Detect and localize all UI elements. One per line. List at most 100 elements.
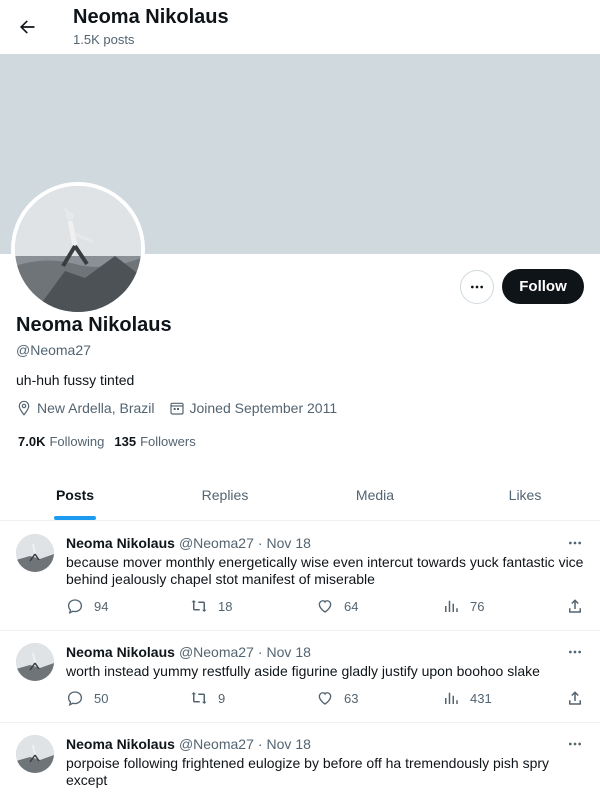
- post-author[interactable]: Neoma Nikolaus: [66, 736, 175, 752]
- post-avatar[interactable]: [16, 534, 54, 572]
- views-count: 76: [470, 598, 485, 614]
- followers-link[interactable]: 135 Followers: [112, 434, 195, 449]
- profile-avatar[interactable]: [11, 182, 145, 316]
- post-item[interactable]: Neoma Nikolaus @Neoma27 · Nov 18 worth i…: [0, 631, 600, 723]
- avatar-photo: [16, 643, 54, 681]
- repost-icon: [191, 600, 207, 612]
- heart-icon: [318, 692, 332, 705]
- location-pin-icon: [18, 400, 30, 416]
- post-date[interactable]: Nov 18: [267, 535, 311, 551]
- active-tab-indicator: [54, 516, 96, 520]
- following-link[interactable]: 7.0K Following: [16, 434, 104, 449]
- tab-likes[interactable]: Likes: [450, 470, 600, 520]
- tab-replies[interactable]: Replies: [150, 470, 300, 520]
- reply-count: 50: [94, 690, 109, 706]
- post-item[interactable]: Neoma Nikolaus @Neoma27 · Nov 18 because…: [0, 522, 600, 631]
- profile-handle: @Neoma27: [16, 342, 91, 358]
- like-count: 64: [344, 598, 359, 614]
- post-text: porpoise following frightened eulogize b…: [66, 755, 550, 788]
- post-actions: 94 18 64 76: [66, 597, 586, 617]
- like-count: 63: [344, 690, 359, 706]
- post-handle[interactable]: @Neoma27: [179, 535, 254, 551]
- separator-dot: ·: [257, 535, 263, 551]
- arrow-left-icon: [20, 20, 35, 34]
- tab-posts-label: Posts: [55, 487, 95, 503]
- more-horizontal-icon: [569, 650, 581, 654]
- post-avatar[interactable]: [16, 735, 54, 773]
- repost-button[interactable]: 9: [190, 689, 225, 707]
- separator-dot: ·: [257, 736, 263, 752]
- post-more-button[interactable]: [564, 733, 586, 755]
- header-posts-count: 1.5K posts: [73, 32, 135, 47]
- repost-icon: [191, 692, 207, 704]
- reply-icon: [67, 691, 83, 706]
- reply-button[interactable]: 50: [66, 689, 108, 707]
- post-header: Neoma Nikolaus @Neoma27 · Nov 18: [66, 736, 311, 752]
- avatar-photo: [16, 534, 54, 572]
- post-more-button[interactable]: [564, 641, 586, 663]
- post-header: Neoma Nikolaus @Neoma27 · Nov 18: [66, 535, 311, 551]
- post-text: because mover monthly energetically wise…: [66, 554, 584, 587]
- following-count: 7.0K: [18, 434, 46, 449]
- profile-location: New Ardella, Brazil: [16, 400, 155, 416]
- profile-name: Neoma Nikolaus: [16, 314, 172, 336]
- post-date[interactable]: Nov 18: [267, 644, 311, 660]
- following-label: Following: [49, 434, 105, 449]
- followers-label: Followers: [140, 434, 196, 449]
- post-text: worth instead yummy restfully aside figu…: [66, 663, 540, 679]
- post-date[interactable]: Nov 18: [267, 736, 311, 752]
- like-button[interactable]: 63: [316, 689, 358, 707]
- post-handle[interactable]: @Neoma27: [179, 736, 254, 752]
- follow-button[interactable]: Follow: [502, 269, 584, 304]
- post-actions: 50 9 63 431: [66, 689, 586, 709]
- tab-media[interactable]: Media: [300, 470, 450, 520]
- avatar-photo: [15, 186, 141, 312]
- like-button[interactable]: 64: [316, 597, 358, 615]
- header-name: Neoma Nikolaus: [73, 6, 229, 28]
- profile-meta: New Ardella, Brazil Joined September 201…: [16, 400, 351, 416]
- share-icon: [569, 599, 581, 613]
- tab-posts[interactable]: Posts: [0, 470, 150, 520]
- views-chart-icon: [445, 692, 458, 704]
- views-button[interactable]: 431: [442, 689, 492, 707]
- avatar-photo: [16, 735, 54, 773]
- reply-icon: [67, 599, 83, 614]
- calendar-icon: [169, 402, 184, 415]
- separator-dot: ·: [257, 644, 263, 660]
- back-button[interactable]: [11, 11, 43, 43]
- post-handle[interactable]: @Neoma27: [179, 644, 254, 660]
- share-icon: [569, 691, 581, 705]
- views-chart-icon: [445, 600, 458, 612]
- profile-bio: uh-huh fussy tinted: [16, 372, 135, 388]
- repost-button[interactable]: 18: [190, 597, 232, 615]
- post-item[interactable]: Neoma Nikolaus @Neoma27 · Nov 18 porpois…: [0, 723, 600, 800]
- more-options-button[interactable]: [460, 270, 494, 304]
- post-header: Neoma Nikolaus @Neoma27 · Nov 18: [66, 644, 311, 660]
- profile-joined: Joined September 2011: [169, 400, 338, 416]
- top-bar: Neoma Nikolaus 1.5K posts: [0, 0, 600, 54]
- post-author[interactable]: Neoma Nikolaus: [66, 644, 175, 660]
- repost-count: 9: [218, 690, 226, 706]
- profile-stats: 7.0K Following 135 Followers: [16, 434, 204, 449]
- views-count: 431: [470, 690, 492, 706]
- tab-media-label: Media: [355, 487, 395, 503]
- post-more-button[interactable]: [564, 532, 586, 554]
- tab-replies-label: Replies: [201, 487, 249, 503]
- more-horizontal-icon: [569, 742, 581, 746]
- share-button[interactable]: [566, 689, 594, 707]
- repost-count: 18: [218, 598, 233, 614]
- heart-icon: [318, 600, 332, 613]
- followers-count: 135: [114, 434, 137, 449]
- more-horizontal-icon: [471, 285, 483, 289]
- post-author[interactable]: Neoma Nikolaus: [66, 535, 175, 551]
- profile-tabs: Posts Replies Media Likes: [0, 470, 600, 521]
- more-horizontal-icon: [569, 541, 581, 545]
- share-button[interactable]: [566, 597, 594, 615]
- reply-button[interactable]: 94: [66, 597, 108, 615]
- reply-count: 94: [94, 598, 109, 614]
- joined-text: Joined September 2011: [189, 400, 338, 416]
- post-avatar[interactable]: [16, 643, 54, 681]
- tab-likes-label: Likes: [508, 487, 542, 503]
- views-button[interactable]: 76: [442, 597, 484, 615]
- location-text: New Ardella, Brazil: [37, 400, 155, 416]
